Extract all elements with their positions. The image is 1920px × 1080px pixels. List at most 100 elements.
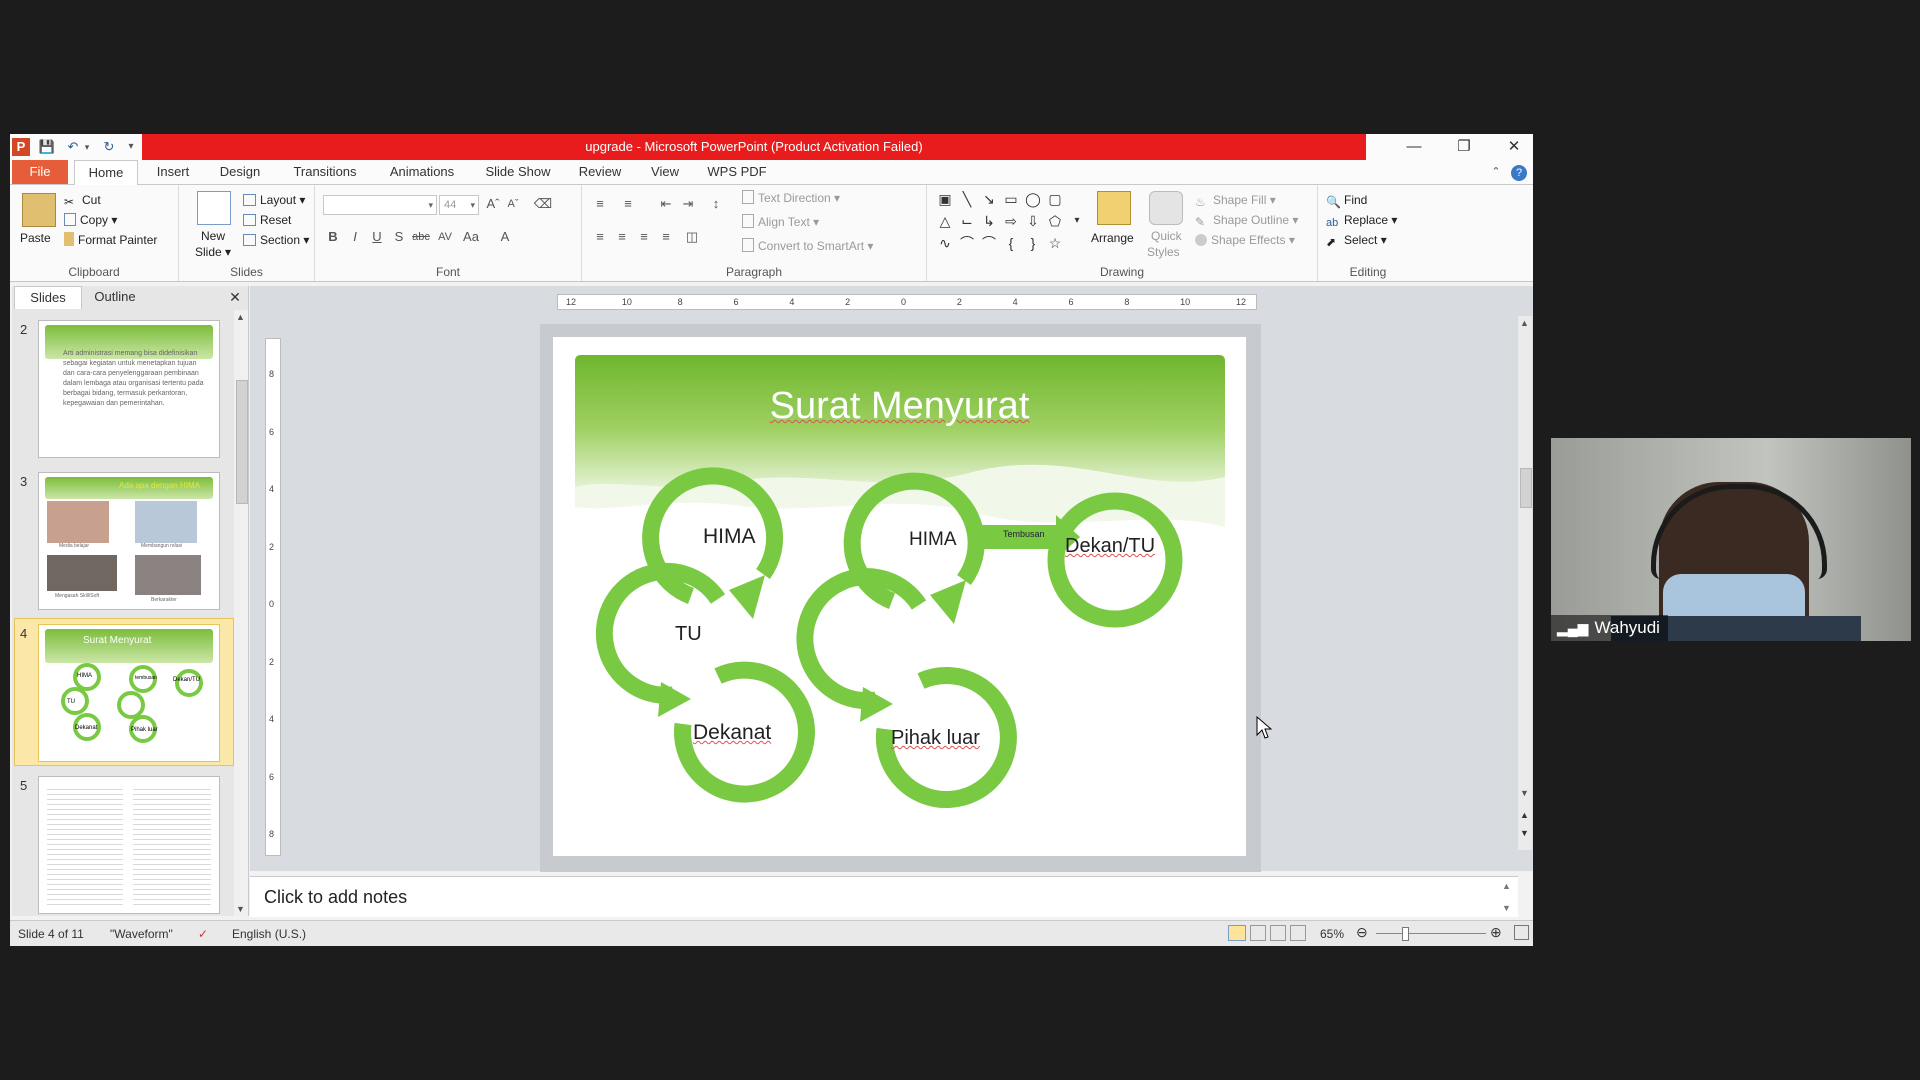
numbering-icon[interactable]: ≡ bbox=[618, 194, 638, 214]
star-shape-icon[interactable]: ☆ bbox=[1047, 235, 1063, 251]
save-icon[interactable]: 💾 bbox=[38, 138, 56, 156]
tab-file[interactable]: File bbox=[12, 160, 68, 184]
line-shape-icon[interactable]: ╲ bbox=[959, 191, 975, 207]
scroll-up-icon[interactable]: ▲ bbox=[236, 312, 245, 322]
decrease-indent-icon[interactable]: ⇤ bbox=[656, 194, 676, 214]
rounded-rect-shape-icon[interactable]: ▢ bbox=[1047, 191, 1063, 207]
slide-thumbnail-4[interactable]: Surat Menyurat HIMA TU Dekanat tembusan … bbox=[38, 624, 220, 762]
tab-home[interactable]: Home bbox=[74, 160, 138, 186]
arrange-icon[interactable] bbox=[1097, 191, 1131, 225]
tab-slides-pane[interactable]: Slides bbox=[14, 286, 82, 309]
scroll-down-icon[interactable]: ▼ bbox=[1520, 788, 1529, 798]
tab-transitions[interactable]: Transitions bbox=[285, 160, 365, 184]
label-dekanat[interactable]: Dekanat bbox=[693, 721, 771, 745]
slide-title[interactable]: Surat Menyurat bbox=[553, 385, 1246, 428]
zoom-slider-thumb[interactable] bbox=[1402, 927, 1409, 941]
zoom-in-icon[interactable]: ⊕ bbox=[1490, 924, 1502, 941]
copy-button[interactable]: Copy ▾ bbox=[64, 211, 117, 229]
label-hima-2[interactable]: HIMA bbox=[909, 529, 957, 551]
language-indicator[interactable]: English (U.S.) bbox=[232, 927, 306, 941]
zoom-slider[interactable] bbox=[1376, 933, 1486, 934]
undo-icon[interactable]: ↶ bbox=[64, 138, 82, 156]
label-pihak-luar[interactable]: Pihak luar bbox=[891, 727, 980, 750]
align-right-icon[interactable]: ≡ bbox=[634, 227, 654, 247]
grow-font-icon[interactable]: Aˆ bbox=[483, 194, 503, 214]
left-brace-shape-icon[interactable]: { bbox=[1003, 235, 1019, 251]
elbow-connector-icon[interactable]: ⌙ bbox=[959, 213, 975, 229]
tab-animations[interactable]: Animations bbox=[380, 160, 464, 184]
shadow-icon[interactable]: S bbox=[389, 227, 409, 247]
normal-view-icon[interactable] bbox=[1228, 925, 1246, 941]
label-hima-1[interactable]: HIMA bbox=[703, 525, 756, 549]
scroll-thumb[interactable] bbox=[1520, 468, 1532, 508]
close-button[interactable]: ✕ bbox=[1491, 134, 1533, 160]
notes-scroll-up-icon[interactable]: ▲ bbox=[1502, 881, 1511, 891]
align-text-button[interactable]: Align Text ▾ bbox=[742, 213, 819, 231]
tab-design[interactable]: Design bbox=[212, 160, 268, 184]
notes-pane[interactable]: Click to add notes ▲ ▼ bbox=[250, 876, 1518, 917]
tab-wps-pdf[interactable]: WPS PDF bbox=[702, 160, 772, 184]
notes-scroll-down-icon[interactable]: ▼ bbox=[1502, 903, 1511, 913]
shapes-more-icon[interactable]: ▾ bbox=[1069, 213, 1085, 229]
select-button[interactable]: ⬈ Select ▾ bbox=[1326, 231, 1387, 249]
label-tembusan[interactable]: Tembusan bbox=[1003, 529, 1045, 539]
next-slide-icon[interactable]: ▼ bbox=[1520, 828, 1529, 838]
tab-outline-pane[interactable]: Outline bbox=[82, 286, 148, 308]
zoom-out-icon[interactable]: ⊖ bbox=[1356, 924, 1368, 941]
scroll-thumb[interactable] bbox=[236, 380, 248, 504]
clear-format-icon[interactable]: ⌫ bbox=[533, 194, 553, 214]
format-painter-button[interactable]: Format Painter bbox=[64, 231, 157, 249]
justify-icon[interactable]: ≡ bbox=[656, 227, 676, 247]
connector-shape-icon[interactable]: ↳ bbox=[981, 213, 997, 229]
shrink-font-icon[interactable]: Aˇ bbox=[503, 194, 523, 214]
bold-icon[interactable]: B bbox=[323, 227, 343, 247]
shape-fill-button[interactable]: ♨ Shape Fill ▾ bbox=[1195, 191, 1276, 209]
increase-indent-icon[interactable]: ⇥ bbox=[678, 194, 698, 214]
change-case-icon[interactable]: Aa bbox=[461, 227, 481, 247]
slideshow-view-icon[interactable] bbox=[1290, 925, 1306, 941]
slide-thumbnail-5[interactable] bbox=[38, 776, 220, 914]
scroll-down-icon[interactable]: ▼ bbox=[236, 904, 245, 914]
previous-slide-icon[interactable]: ▲ bbox=[1520, 810, 1529, 820]
powerpoint-app-icon[interactable]: P bbox=[12, 138, 30, 156]
arrow-line-shape-icon[interactable]: ↘ bbox=[981, 191, 997, 207]
editing-scrollbar[interactable]: ▲ ▼ ▲ ▼ bbox=[1518, 316, 1532, 850]
undo-dropdown-icon[interactable]: ▾ bbox=[82, 138, 92, 156]
cut-button[interactable]: ✂ Cut bbox=[64, 191, 101, 209]
zoom-level[interactable]: 65% bbox=[1320, 927, 1344, 941]
shape-effects-button[interactable]: Shape Effects ▾ bbox=[1195, 231, 1295, 249]
bullets-icon[interactable]: ≡ bbox=[590, 194, 610, 214]
close-pane-icon[interactable]: ✕ bbox=[226, 286, 244, 308]
arrange-button[interactable]: Arrange bbox=[1091, 229, 1134, 247]
tab-review[interactable]: Review bbox=[570, 160, 630, 184]
restore-button[interactable]: ❐ bbox=[1441, 134, 1487, 160]
tab-slide-show[interactable]: Slide Show bbox=[478, 160, 558, 184]
right-arrow-shape-icon[interactable]: ⇨ bbox=[1003, 213, 1019, 229]
collapse-ribbon-icon[interactable]: ⌃ bbox=[1488, 160, 1504, 184]
convert-smartart-button[interactable]: Convert to SmartArt ▾ bbox=[742, 237, 873, 255]
slide-thumbnail-2[interactable]: Arti administrasi memang bisa didefinisi… bbox=[38, 320, 220, 458]
char-spacing-icon[interactable]: AV bbox=[435, 227, 455, 247]
replace-button[interactable]: ab Replace ▾ bbox=[1326, 211, 1397, 229]
minimize-button[interactable]: — bbox=[1391, 134, 1437, 160]
underline-icon[interactable]: U bbox=[367, 227, 387, 247]
tab-view[interactable]: View bbox=[640, 160, 690, 184]
redo-icon[interactable]: ↻ bbox=[100, 138, 118, 156]
slide-canvas[interactable]: Surat Menyurat HIMA TU Dekanat HIMA Temb… bbox=[553, 337, 1246, 856]
find-button[interactable]: 🔍 Find bbox=[1326, 191, 1367, 209]
text-direction-button[interactable]: Text Direction ▾ bbox=[742, 189, 840, 207]
line-spacing-icon[interactable]: ↕ bbox=[706, 194, 726, 214]
freeform-shape-icon[interactable]: ∿ bbox=[937, 235, 953, 251]
fit-to-window-icon[interactable] bbox=[1514, 925, 1529, 940]
scroll-up-icon[interactable]: ▲ bbox=[1520, 318, 1529, 328]
arc-shape-icon[interactable]: ⌒ bbox=[981, 235, 997, 251]
down-arrow-shape-icon[interactable]: ⇩ bbox=[1025, 213, 1041, 229]
triangle-shape-icon[interactable]: △ bbox=[937, 213, 953, 229]
pentagon-shape-icon[interactable]: ⬠ bbox=[1047, 213, 1063, 229]
new-slide-icon[interactable] bbox=[197, 191, 231, 225]
rectangle-shape-icon[interactable]: ▭ bbox=[1003, 191, 1019, 207]
video-tile[interactable]: ▂▄▆ Wahyudi bbox=[1551, 438, 1911, 641]
new-slide-button-line2[interactable]: Slide ▾ bbox=[195, 243, 231, 261]
paste-button[interactable]: Paste bbox=[20, 229, 51, 247]
section-button[interactable]: Section ▾ bbox=[243, 231, 309, 249]
